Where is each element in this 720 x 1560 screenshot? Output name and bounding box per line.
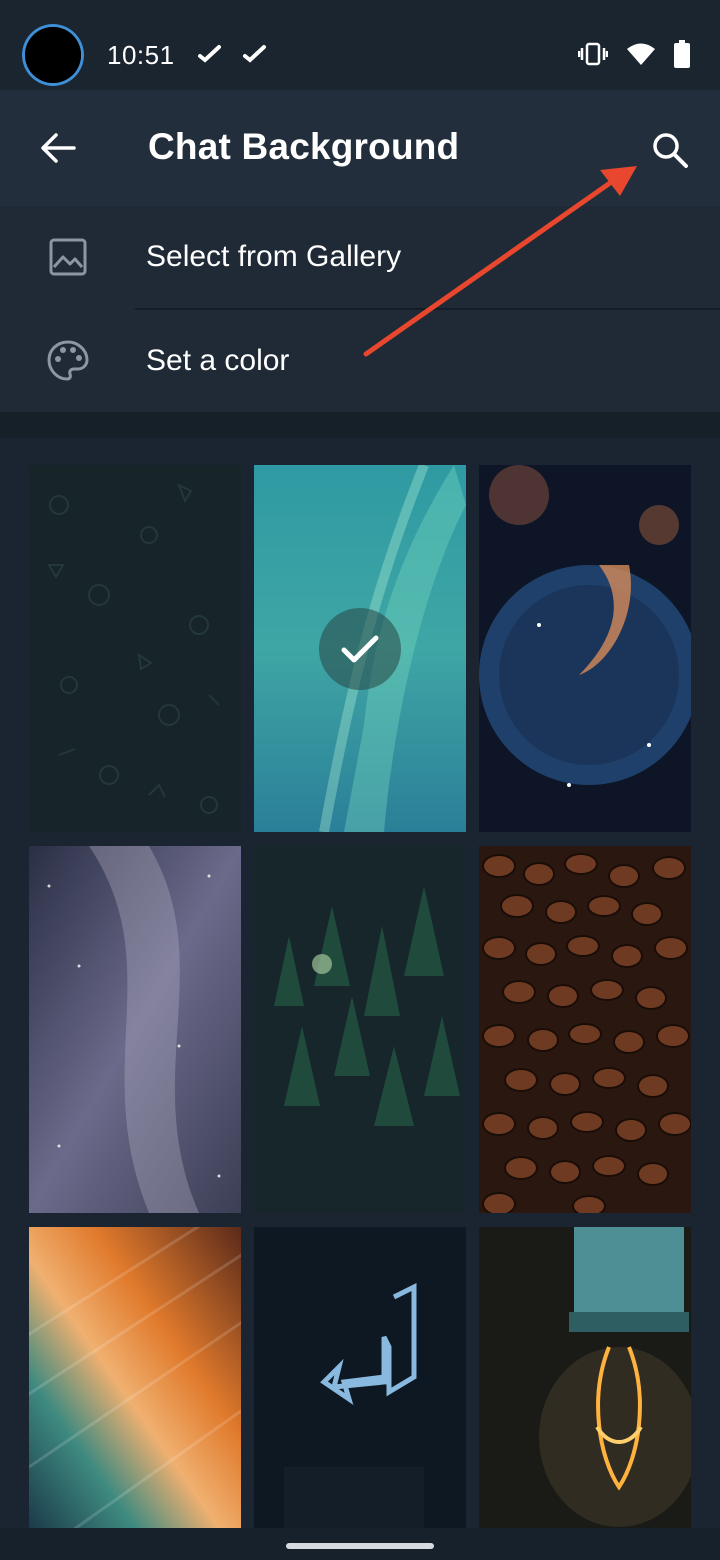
page-title: Chat Background [148,126,460,167]
section-divider [0,412,720,438]
search-button[interactable] [638,120,702,180]
wallpaper-aurora[interactable] [254,465,466,832]
background-options-menu: Select from Gallery Set a color [0,206,720,412]
status-time: 10:51 [107,40,175,70]
checkmark-icon [341,635,379,663]
notification-check-icon [243,45,266,63]
vibrate-icon [578,42,608,66]
palette-icon [44,337,92,385]
search-icon [653,133,688,168]
wifi-icon [627,43,655,65]
select-from-gallery-label: Select from Gallery [146,240,402,273]
arrow-left-icon [41,133,76,163]
wallpaper-neon-arrow[interactable] [254,1227,466,1528]
status-bar: 10:51 [0,0,720,90]
wallpaper-nebula[interactable] [479,465,691,832]
select-from-gallery-item[interactable]: Select from Gallery [0,206,720,310]
set-a-color-label: Set a color [146,344,290,377]
set-a-color-item[interactable]: Set a color [0,310,720,412]
selected-check-badge [319,608,401,690]
wallpaper-grid [0,438,720,1528]
wallpaper-light-bulb[interactable] [479,1227,691,1528]
battery-icon [674,40,690,68]
gesture-handle[interactable] [286,1543,434,1549]
wallpaper-dark-pattern[interactable] [29,465,241,832]
wallpaper-milky-way[interactable] [29,846,241,1213]
image-icon [44,233,92,281]
wallpaper-color-streaks[interactable] [29,1227,241,1528]
avatar [22,24,84,86]
wallpaper-forest[interactable] [254,846,466,1213]
notification-check-icon [198,45,221,63]
back-button[interactable] [30,120,86,176]
app-bar: Chat Background [0,90,720,206]
wallpaper-coffee-beans[interactable] [479,846,691,1213]
